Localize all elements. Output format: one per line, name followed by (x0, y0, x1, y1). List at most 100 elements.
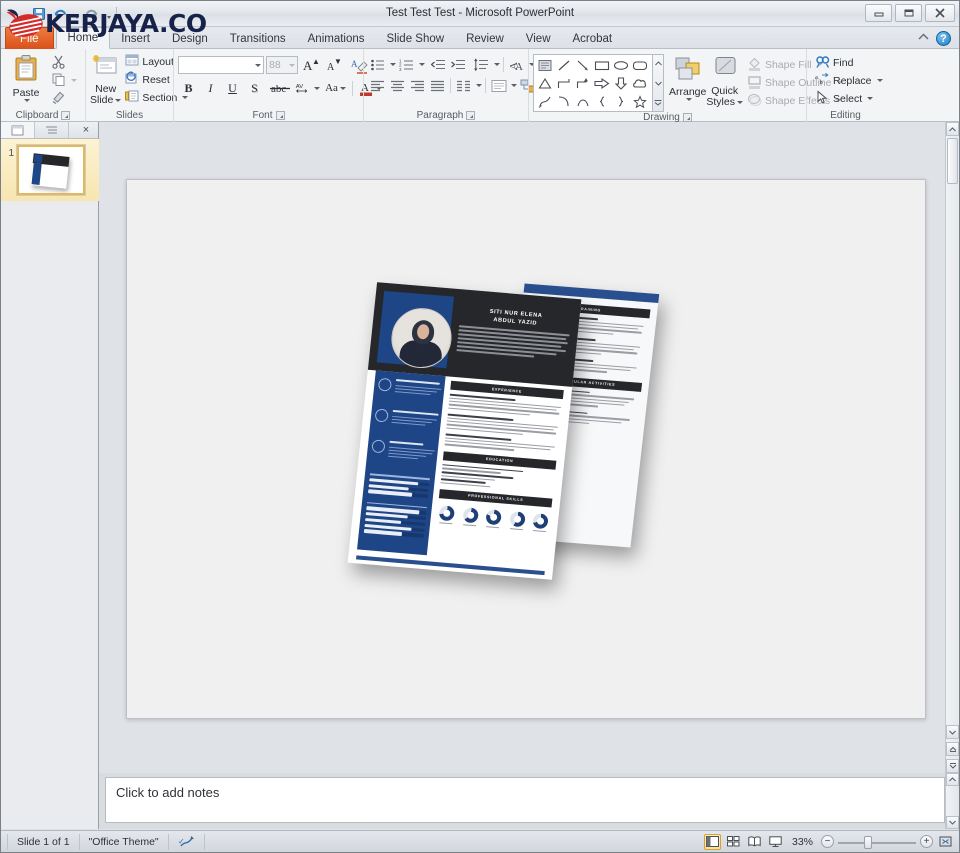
bold-button[interactable]: B (178, 78, 199, 98)
fit-to-window-button[interactable] (937, 834, 953, 849)
arrange-button[interactable]: Arrange (669, 54, 706, 101)
notes-input[interactable]: Click to add notes (105, 777, 945, 823)
view-reading-button[interactable] (746, 834, 763, 850)
slide-editing-area[interactable]: TRAINING (126, 179, 926, 719)
tab-outline[interactable] (35, 122, 69, 138)
spell-check-button[interactable]: ✓ (169, 834, 205, 850)
shapes-scroll-down-icon[interactable] (655, 77, 662, 89)
resume-artwork[interactable]: TRAINING (362, 280, 712, 610)
underline-button[interactable]: U (222, 78, 243, 98)
shape-elbow-connector-icon[interactable] (554, 74, 573, 92)
notes-scroll-up-icon[interactable] (946, 773, 959, 786)
shape-rounded-rect-icon[interactable] (630, 56, 649, 74)
font-name-input[interactable] (178, 56, 264, 74)
align-center-button[interactable] (388, 76, 407, 95)
numbering-dropdown-icon[interactable] (417, 55, 425, 74)
line-spacing-button[interactable] (472, 55, 491, 74)
tab-slide-show[interactable]: Slide Show (376, 28, 456, 49)
zoom-out-button[interactable]: − (821, 835, 834, 848)
numbering-button[interactable]: 123 (397, 55, 416, 74)
format-painter-button[interactable] (47, 90, 81, 107)
tab-review[interactable]: Review (455, 28, 515, 49)
shape-rectangle-icon[interactable] (592, 56, 611, 74)
shapes-scroll-up-icon[interactable] (655, 57, 662, 69)
shapes-more-icon[interactable] (654, 97, 662, 109)
shrink-font-button[interactable]: A▼ (323, 55, 344, 75)
cut-button[interactable] (47, 54, 81, 71)
align-text-dropdown-icon[interactable] (509, 76, 517, 95)
shape-cloud-icon[interactable] (630, 74, 649, 92)
character-spacing-button[interactable]: AV (294, 78, 321, 98)
paste-dropdown-icon[interactable] (24, 99, 30, 102)
text-direction-button[interactable]: AA (507, 55, 526, 74)
select-dropdown-icon[interactable] (867, 97, 873, 100)
increase-indent-button[interactable] (449, 55, 468, 74)
next-slide-icon[interactable] (946, 759, 959, 773)
notes-scrollbar[interactable] (945, 773, 959, 829)
decrease-indent-button[interactable] (429, 55, 448, 74)
shape-triangle-icon[interactable] (535, 74, 554, 92)
view-normal-button[interactable] (704, 834, 721, 850)
view-slide-show-button[interactable] (767, 834, 784, 850)
minimize-button[interactable] (865, 4, 892, 22)
restore-button[interactable] (895, 4, 922, 22)
shape-right-brace-icon[interactable] (611, 92, 630, 110)
quick-styles-button[interactable]: Quick Styles (706, 54, 743, 108)
find-button[interactable]: Find (811, 54, 887, 71)
slide-thumbnail-item[interactable]: 1 (1, 139, 98, 201)
shape-star-icon[interactable] (630, 92, 649, 110)
italic-button[interactable]: I (200, 78, 221, 98)
justify-button[interactable] (428, 76, 447, 95)
shape-oval-icon[interactable] (611, 56, 630, 74)
tab-animations[interactable]: Animations (297, 28, 376, 49)
font-dialog-launcher[interactable] (276, 111, 285, 120)
shape-right-arrow-icon[interactable] (592, 74, 611, 92)
bullets-button[interactable] (368, 55, 387, 74)
font-size-input[interactable]: 88 (266, 56, 298, 74)
close-button[interactable] (925, 4, 955, 22)
shape-freeform-icon[interactable] (535, 92, 554, 110)
grow-font-button[interactable]: A▲ (300, 55, 321, 75)
align-left-button[interactable] (368, 76, 387, 95)
align-right-button[interactable] (408, 76, 427, 95)
zoom-level-label[interactable]: 33% (788, 836, 817, 848)
close-slides-pane-button[interactable]: × (74, 122, 98, 138)
shape-curve-icon[interactable] (554, 92, 573, 110)
shapes-scrollbar[interactable] (653, 54, 664, 112)
strikethrough-button[interactable]: abc (266, 78, 293, 98)
zoom-slider[interactable] (838, 835, 916, 849)
copy-button[interactable] (47, 72, 81, 89)
previous-slide-icon[interactable] (946, 742, 959, 756)
line-spacing-dropdown-icon[interactable] (492, 55, 500, 74)
shape-left-brace-icon[interactable] (592, 92, 611, 110)
bullets-dropdown-icon[interactable] (388, 55, 396, 74)
tab-view[interactable]: View (515, 28, 562, 49)
notes-scroll-down-icon[interactable] (946, 816, 959, 829)
change-case-dropdown-icon[interactable] (340, 87, 346, 90)
shape-line-icon[interactable] (554, 56, 573, 74)
font-size-dropdown-icon[interactable] (289, 64, 295, 67)
columns-dropdown-icon[interactable] (474, 76, 482, 95)
shape-textbox-icon[interactable] (535, 56, 554, 74)
new-slide-button[interactable]: New Slide (90, 52, 121, 106)
character-spacing-dropdown-icon[interactable] (314, 87, 320, 90)
scroll-up-icon[interactable] (946, 122, 959, 136)
scroll-down-icon[interactable] (946, 725, 959, 739)
drawing-dialog-launcher[interactable] (683, 113, 692, 122)
paste-button[interactable]: Paste (5, 52, 47, 102)
slide-thumbnail[interactable] (17, 145, 85, 195)
shape-down-arrow-icon[interactable] (611, 74, 630, 92)
tab-transitions[interactable]: Transitions (219, 28, 297, 49)
view-slide-sorter-button[interactable] (725, 834, 742, 850)
canvas-vertical-scrollbar[interactable] (945, 122, 959, 773)
clipboard-dialog-launcher[interactable] (61, 111, 70, 120)
select-button[interactable]: Select (811, 90, 887, 107)
zoom-in-button[interactable]: + (920, 835, 933, 848)
zoom-slider-thumb[interactable] (864, 836, 872, 849)
text-shadow-button[interactable]: S (244, 78, 265, 98)
tab-acrobat[interactable]: Acrobat (562, 28, 624, 49)
replace-dropdown-icon[interactable] (877, 79, 883, 82)
tab-slides-thumbnails[interactable] (1, 122, 35, 138)
arrange-dropdown-icon[interactable] (686, 98, 692, 101)
font-name-dropdown-icon[interactable] (255, 64, 261, 67)
